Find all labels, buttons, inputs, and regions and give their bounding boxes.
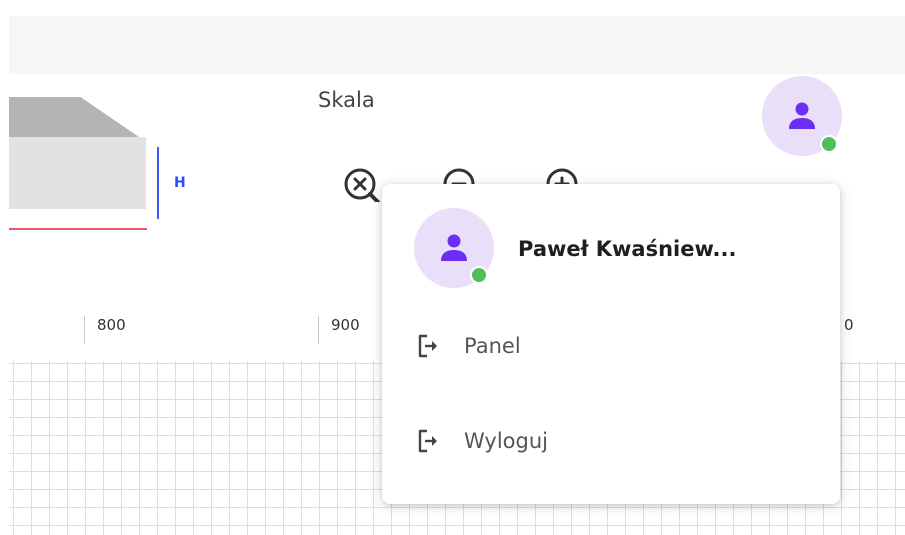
ruler-label: 900 (331, 316, 360, 334)
user-name: Paweł Kwaśniew... (518, 237, 737, 261)
scale-label: Skala (318, 88, 375, 112)
online-status-indicator (470, 266, 488, 284)
online-status-indicator (820, 135, 838, 153)
menu-item-panel[interactable]: Panel (402, 314, 820, 378)
user-icon (789, 102, 815, 129)
menu-item-label: Wyloguj (464, 429, 548, 453)
menu-item-logout[interactable]: Wyloguj (402, 409, 820, 473)
height-dimension-label: H (174, 175, 186, 191)
user-icon (441, 234, 467, 261)
zoom-reset-icon (344, 168, 380, 202)
box-preview-front (9, 137, 149, 209)
exit-arrow-icon (402, 332, 456, 360)
zoom-reset-button[interactable] (338, 162, 382, 202)
box-preview-roof (9, 97, 139, 137)
width-dimension-line (9, 228, 147, 230)
ruler-label: 0 (844, 316, 854, 334)
ruler-label: 800 (97, 316, 126, 334)
height-dimension-line (157, 147, 159, 219)
ruler-tick (318, 316, 319, 344)
exit-arrow-icon (402, 427, 456, 455)
ruler-tick (84, 316, 85, 344)
user-menu-dropdown: Paweł Kwaśniew... Panel Wyloguj (382, 184, 840, 504)
menu-item-label: Panel (464, 334, 521, 358)
